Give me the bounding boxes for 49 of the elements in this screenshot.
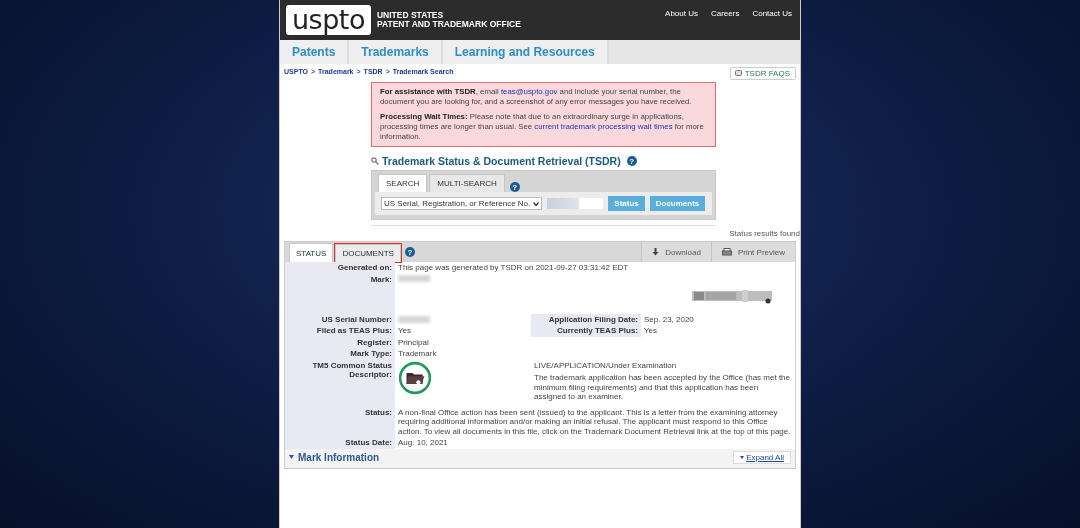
search-field[interactable] (547, 198, 604, 209)
field-label: TM5 Common Status Descriptor: (285, 359, 395, 407)
results-note: Status results found (728, 229, 800, 238)
status-descriptor: LIVE/APPLICATION/Under Examination (534, 360, 678, 370)
field-label: Filed as TEAS Plus: (285, 325, 395, 337)
field-label: Currently TEAS Plus: (531, 325, 641, 337)
caret-icon (740, 455, 745, 459)
header-link[interactable]: Contact Us (752, 9, 792, 18)
status-tab[interactable]: DOCUMENTS (335, 244, 401, 262)
field-label: Generated on: (285, 262, 395, 274)
expand-arrow-icon (289, 455, 294, 459)
help-icon[interactable]: ? (404, 247, 415, 257)
status-description: The trademark application has been accepted by the Office (has met the minimum filing requirements) and that this application has been assigned to an examiner. (534, 373, 791, 402)
section-title: Mark Information (298, 451, 380, 463)
printer-icon (721, 248, 732, 256)
help-icon[interactable]: ? (626, 156, 637, 166)
help-icon[interactable]: ? (509, 182, 520, 192)
caret-icon (533, 201, 540, 206)
faq-button[interactable]: TSDR FAQS (729, 66, 796, 80)
org-name: PATENT AND TRADEMARK OFFICE (376, 20, 521, 30)
header-link[interactable]: Careers (710, 9, 740, 18)
field-value: Aug. 10, 2021 (397, 437, 449, 449)
download-icon (652, 248, 660, 256)
field-value: Yes (397, 325, 413, 337)
field-value: A non-final Office action has been sent (issued) to the applicant. This is a letter from the examining attorney requiring additional information and/or making an initial refusal. The applicant must respond to this Office action. To view all documents in this file, click on the Trademark Document Retrieval link at the top of this page. (397, 406, 792, 437)
search-tab[interactable]: SEARCH (378, 174, 428, 192)
redacted-text (398, 274, 430, 282)
field-label: Status Date: (285, 437, 395, 449)
folder-status-icon (398, 360, 432, 395)
expand-all-link[interactable]: Expand All (733, 450, 791, 464)
field-label: Mark Type: (285, 348, 395, 360)
header-link[interactable]: About Us (665, 9, 698, 18)
field-label: Application Filing Date: (531, 313, 641, 325)
status-tab[interactable]: STATUS (289, 243, 334, 262)
search-icon (371, 157, 379, 165)
download-button[interactable]: Download (641, 242, 711, 262)
field-value: Sep. 23, 2020 (643, 313, 695, 325)
field-label: Mark: (285, 273, 395, 314)
field-label: Status: (285, 406, 395, 437)
field-value: This page was generated by TSDR on 2021-09-27 03:31:42 EDT (397, 262, 630, 274)
print-button[interactable]: Print Preview (710, 242, 795, 262)
search-tab[interactable]: MULTI-SEARCH (429, 174, 505, 192)
field-value: Trademark (397, 348, 438, 360)
logo: uspto (286, 5, 371, 35)
page-title: Trademark Status & Document Retrieval (TSDR) (382, 155, 621, 167)
org-name: UNITED STATES (376, 10, 445, 20)
search-type-dropdown[interactable]: US Serial, Registration, or Reference No. (381, 197, 543, 210)
field-value: Yes (643, 325, 659, 337)
field-value: Principal (397, 336, 430, 348)
